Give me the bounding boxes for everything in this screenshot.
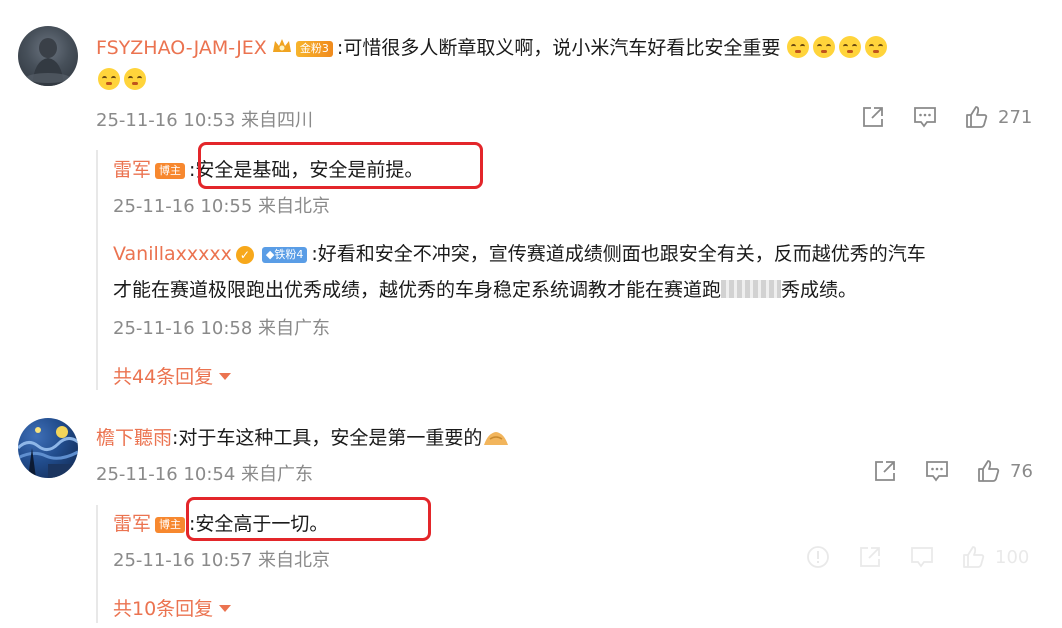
thinking-emoji [839, 36, 862, 58]
reply-thread-line [96, 505, 98, 623]
obscured-text [721, 280, 782, 298]
comment-actions: 76 [872, 458, 1033, 484]
thinking-emoji [98, 68, 120, 90]
comment-1-line1: FSYZHAO-JAM-JEX 金粉3:可惜很多人断章取义啊，说小米汽车好看比安… [96, 33, 889, 60]
like-count: 271 [998, 106, 1033, 128]
like-icon[interactable] [976, 458, 1002, 484]
verified-icon: ✓ [235, 246, 254, 264]
fan-badge[interactable]: ◆铁粉4 [261, 247, 308, 263]
reply-username[interactable]: Vanillaxxxxx [113, 243, 232, 265]
avatar-figure [26, 38, 70, 86]
reply-meta: 25-11-16 10:57 来自北京 [113, 550, 331, 571]
more-replies-label: 共44条回复 [113, 366, 214, 388]
like-icon[interactable] [964, 104, 990, 130]
fan-badge[interactable]: 金粉3 [295, 41, 333, 57]
caret-down-icon [219, 373, 232, 380]
thinking-emoji [813, 36, 836, 58]
comment-icon[interactable] [912, 104, 938, 130]
share-icon[interactable] [857, 544, 883, 570]
reply-meta: 25-11-16 10:55 来自北京 [113, 196, 331, 217]
like-count: 76 [1010, 460, 1033, 482]
comment-actions: 271 [860, 104, 1032, 130]
avatar[interactable] [18, 26, 78, 86]
reply-text: 秀成绩。 [781, 279, 858, 301]
more-replies-link[interactable]: 共44条回复 [113, 362, 232, 389]
share-icon[interactable] [860, 104, 886, 130]
starry-night-avatar [18, 426, 78, 478]
comment-icon[interactable] [924, 458, 950, 484]
like-count: 100 [995, 546, 1030, 568]
reply-text: :好看和安全不冲突，宣传赛道成绩侧面也跟安全有关，反而越优秀的汽车 [311, 243, 926, 265]
caret-down-icon [219, 605, 232, 612]
reply-text: 才能在赛道极限跑出优秀成绩，越优秀的车身稳定系统调教才能在赛道跑 [113, 279, 722, 301]
more-replies-label: 共10条回复 [113, 598, 214, 620]
comment-meta: 25-11-16 10:53 来自四川 [96, 110, 314, 131]
bow-emoji [484, 432, 509, 445]
reply-username[interactable]: 雷军 [113, 159, 151, 181]
comment-meta: 25-11-16 10:54 来自广东 [96, 464, 314, 485]
more-replies-link[interactable]: 共10条回复 [113, 594, 232, 621]
comment-username[interactable]: 檐下聽雨 [96, 427, 172, 449]
comment-2-line1: 檐下聽雨:对于车这种工具，安全是第一重要的 [96, 423, 510, 450]
reply-2-line1: Vanillaxxxxx ✓ ◆铁粉4:好看和安全不冲突，宣传赛道成绩侧面也跟安全有… [113, 239, 926, 266]
reply-username[interactable]: 雷军 [113, 513, 151, 535]
comment-text: :可惜很多人断章取义啊，说小米汽车好看比安全重要 [336, 37, 781, 59]
crown-icon [272, 38, 292, 54]
reply-2-line2: 才能在赛道极限跑出优秀成绩，越优秀的车身稳定系统调教才能在赛道跑 秀成绩。 [113, 275, 857, 302]
comment-username[interactable]: FSYZHAO-JAM-JEX [96, 37, 267, 59]
like-icon[interactable] [961, 544, 987, 570]
comment-1-line2 [96, 68, 148, 90]
avatar[interactable] [18, 418, 78, 478]
highlight-box [186, 497, 431, 541]
thinking-emoji [865, 36, 888, 58]
highlight-box [198, 142, 483, 189]
thinking-emoji [787, 36, 810, 58]
share-icon[interactable] [872, 458, 898, 484]
author-badge: 博主 [155, 163, 186, 179]
comment-icon[interactable] [909, 544, 935, 570]
thinking-emoji [124, 68, 146, 90]
reply-thread-line [96, 150, 98, 390]
fan-badge-label: 铁粉4 [274, 248, 304, 261]
reply-meta: 25-11-16 10:58 来自广东 [113, 318, 331, 339]
report-icon[interactable] [805, 544, 831, 570]
author-badge: 博主 [155, 517, 186, 533]
comment-text: :对于车这种工具，安全是第一重要的 [172, 427, 483, 449]
reply-actions: 100 [805, 544, 1029, 570]
